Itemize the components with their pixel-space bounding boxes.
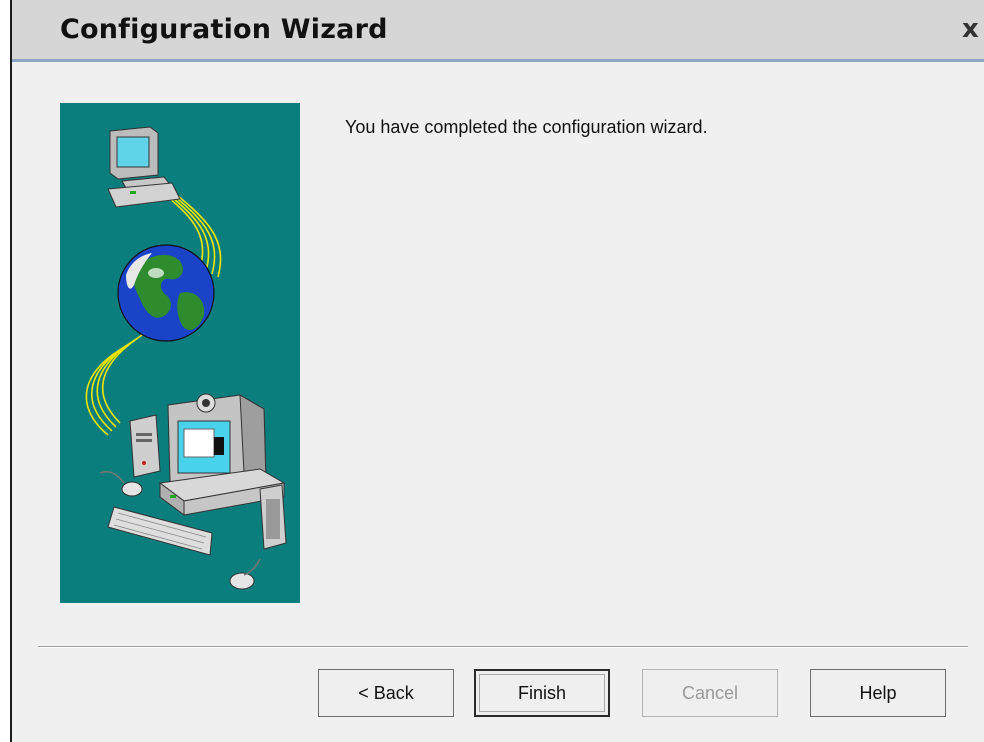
- title-bar: Configuration Wizard x: [12, 0, 984, 62]
- button-divider: [38, 646, 968, 648]
- wizard-illustration: [60, 103, 300, 603]
- finish-button[interactable]: Finish: [474, 669, 610, 717]
- close-icon[interactable]: x: [962, 12, 984, 46]
- window-title: Configuration Wizard: [60, 14, 388, 45]
- cancel-button[interactable]: Cancel: [642, 669, 778, 717]
- wizard-window: Configuration Wizard x You have complete…: [10, 0, 984, 742]
- help-button[interactable]: Help: [810, 669, 946, 717]
- back-button[interactable]: < Back: [318, 669, 454, 717]
- completion-message: You have completed the configuration wiz…: [345, 117, 708, 137]
- network-computers-globe-icon: [85, 126, 287, 590]
